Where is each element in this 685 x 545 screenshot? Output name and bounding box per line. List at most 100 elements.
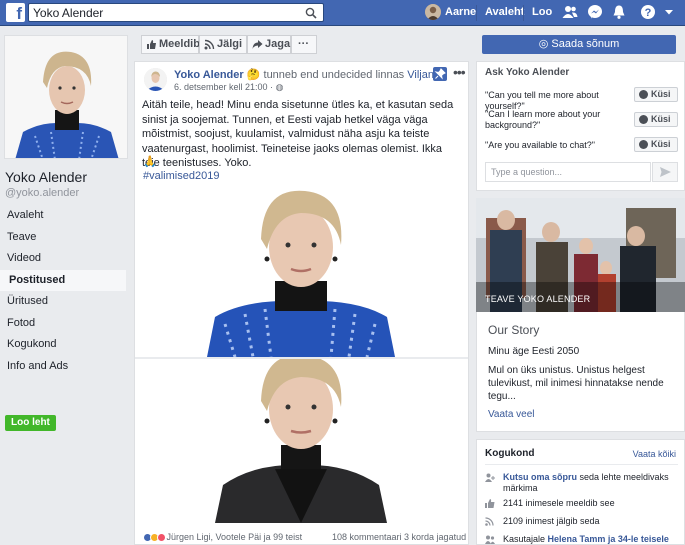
search-input-value: Yoko Alender xyxy=(33,6,104,20)
ask-button-label: Küsi xyxy=(651,89,671,99)
post-header: Yoko Alender 🤔 tunneb end undecided linn… xyxy=(174,68,443,81)
profile-picture[interactable] xyxy=(4,35,128,159)
sidebar-item-posts[interactable]: Postitused xyxy=(0,269,126,291)
feeling-text: tunneb end undecided linnas xyxy=(260,69,408,81)
sidebar-item-home[interactable]: Avaleht xyxy=(0,205,128,227)
home-link[interactable]: Avaleht xyxy=(485,6,524,18)
hashtag-link[interactable]: #valimised2019 xyxy=(143,170,219,182)
nav-divider xyxy=(523,5,524,21)
svg-text:?: ? xyxy=(645,7,652,19)
community-divider xyxy=(485,464,678,465)
friends-icon xyxy=(485,535,495,544)
account-menu-chevron-icon[interactable] xyxy=(664,7,674,17)
sidebar-item-info-ads[interactable]: Info and Ads xyxy=(0,356,128,378)
friend-requests-icon[interactable] xyxy=(562,4,578,20)
sidebar-item-about[interactable]: Teave xyxy=(0,227,128,249)
nav-divider xyxy=(476,5,477,21)
page-title: Yoko Alender xyxy=(5,169,87,185)
follow-page-button[interactable]: Jälgi xyxy=(199,35,247,54)
ask-question: "Are you available to chat?" xyxy=(485,140,595,150)
feeling-emoji: 🤔 xyxy=(246,69,261,81)
more-actions-label: ··· xyxy=(298,38,309,50)
share-arrow-icon xyxy=(252,40,263,49)
post-author-avatar[interactable] xyxy=(144,68,167,91)
more-actions-button[interactable]: ··· xyxy=(291,35,317,54)
message-bubble-icon xyxy=(639,115,648,124)
invite-people-icon xyxy=(485,473,495,482)
post-message: Aitäh teile, head! Minu enda sisetunne ü… xyxy=(142,99,454,169)
ask-button-label: Küsi xyxy=(651,139,671,149)
messenger-small-icon: ◎ xyxy=(538,38,549,50)
our-story-card[interactable]: Our Story Minu äge Eesti 2050 Mul on üks… xyxy=(476,312,685,432)
follow-page-label: Jälgi xyxy=(217,38,243,50)
top-navigation-bar: f Yoko Alender Aarne Avaleht Loo ? xyxy=(0,0,685,26)
post-author-link[interactable]: Yoko Alender xyxy=(174,69,244,81)
thumbs-up-icon xyxy=(485,499,495,508)
notifications-bell-icon[interactable] xyxy=(611,4,627,20)
send-arrow-icon xyxy=(660,167,671,177)
like-page-label: Meeldib xyxy=(159,38,200,50)
create-link[interactable]: Loo xyxy=(532,6,552,18)
ask-button[interactable]: Küsi xyxy=(634,112,678,127)
ask-send-button[interactable] xyxy=(652,162,678,182)
search-input[interactable]: Yoko Alender xyxy=(28,3,324,22)
see-more-link[interactable]: Vaata veel xyxy=(488,409,535,420)
send-message-button[interactable]: ◎ Saada sõnum xyxy=(482,35,676,54)
ask-page-card: Ask Yoko Alender "Can you tell me more a… xyxy=(476,61,685,191)
post-photo-dark-jacket[interactable] xyxy=(135,359,468,523)
reactions-summary[interactable]: Jürgen Ligi, Vootele Päi ja 99 teist xyxy=(143,532,303,543)
rss-follow-icon xyxy=(204,39,215,50)
ask-button[interactable]: Küsi xyxy=(634,137,678,152)
reactions-names: Jürgen Ligi, Vootele Päi ja 99 teist xyxy=(166,532,303,542)
ask-button-label: Küsi xyxy=(651,114,671,124)
story-excerpt: Mul on üks unistus. Unistus helgest tule… xyxy=(488,365,664,402)
thumbs-up-icon xyxy=(147,40,156,49)
post-options-icon[interactable]: ••• xyxy=(453,64,466,80)
see-all-link[interactable]: Vaata kõiki xyxy=(633,449,676,459)
messenger-icon[interactable] xyxy=(587,4,603,20)
sidebar-item-community[interactable]: Kogukond xyxy=(0,334,128,356)
share-page-button[interactable]: Jaga xyxy=(247,35,291,54)
cover-label: TEAVE YOKO ALENDER xyxy=(485,294,591,304)
ask-question-input[interactable]: Type a question... xyxy=(485,162,651,182)
help-icon[interactable]: ? xyxy=(640,4,656,20)
left-column: Yoko Alender @yoko.alender Avaleht Teave… xyxy=(0,27,132,545)
friends-liked-link[interactable]: Helena Tamm ja 34-le teisele xyxy=(548,534,669,544)
post-timestamp[interactable]: 6. detsember kell 21:00 · xyxy=(174,82,276,92)
folded-hands-emoji: 🙏 xyxy=(143,156,157,168)
community-card: Kogukond Vaata kõiki Kutsu oma sõpru sed… xyxy=(476,439,685,545)
invite-friends-link[interactable]: Kutsu oma sõpru xyxy=(503,472,577,482)
facebook-logo-icon[interactable]: f xyxy=(6,3,25,22)
ask-button[interactable]: Küsi xyxy=(634,87,678,102)
message-bubble-icon xyxy=(639,140,648,149)
story-title: Our Story xyxy=(488,323,540,337)
rss-follow-icon xyxy=(485,517,494,526)
user-name-link[interactable]: Aarne xyxy=(445,6,476,18)
comments-shares-count[interactable]: 108 kommentaari 3 korda jagatud xyxy=(332,532,466,542)
ask-card-title: Ask Yoko Alender xyxy=(485,67,570,78)
follows-count-text: 2109 inimest jälgib seda xyxy=(503,516,600,526)
post-photo-blue-jacket[interactable] xyxy=(135,189,468,357)
create-page-button[interactable]: Loo leht xyxy=(5,415,56,431)
ask-question: "Can I learn more about your background?… xyxy=(485,109,601,130)
send-message-label: Saada sõnum xyxy=(551,38,620,50)
user-avatar[interactable] xyxy=(425,4,441,20)
love-reaction-icon xyxy=(157,533,166,543)
search-icon[interactable] xyxy=(305,7,317,19)
community-title: Kogukond xyxy=(485,448,535,459)
page-username[interactable]: @yoko.alender xyxy=(5,187,79,199)
pinned-post-icon xyxy=(433,67,447,81)
public-globe-icon: ◍ xyxy=(275,82,284,92)
like-page-button[interactable]: Meeldib xyxy=(141,35,200,54)
sidebar-item-photos[interactable]: Fotod xyxy=(0,313,128,335)
friends-liked-prefix: Kasutajale xyxy=(503,534,548,544)
share-page-label: Jaga xyxy=(265,38,291,50)
pinned-post: Yoko Alender 🤔 tunneb end undecided linn… xyxy=(134,61,469,545)
cover-photo[interactable]: TEAVE YOKO ALENDER xyxy=(476,198,685,312)
post-timestamp-row: 6. detsember kell 21:00 · ◍ xyxy=(174,82,283,93)
sidebar-item-videos[interactable]: Videod xyxy=(0,248,128,270)
message-bubble-icon xyxy=(639,90,648,99)
page-sidebar-nav: Avaleht Teave Videod Postitused Üritused… xyxy=(0,205,128,377)
story-subtitle: Minu äge Eesti 2050 xyxy=(488,346,580,357)
sidebar-item-events[interactable]: Üritused xyxy=(0,291,128,313)
